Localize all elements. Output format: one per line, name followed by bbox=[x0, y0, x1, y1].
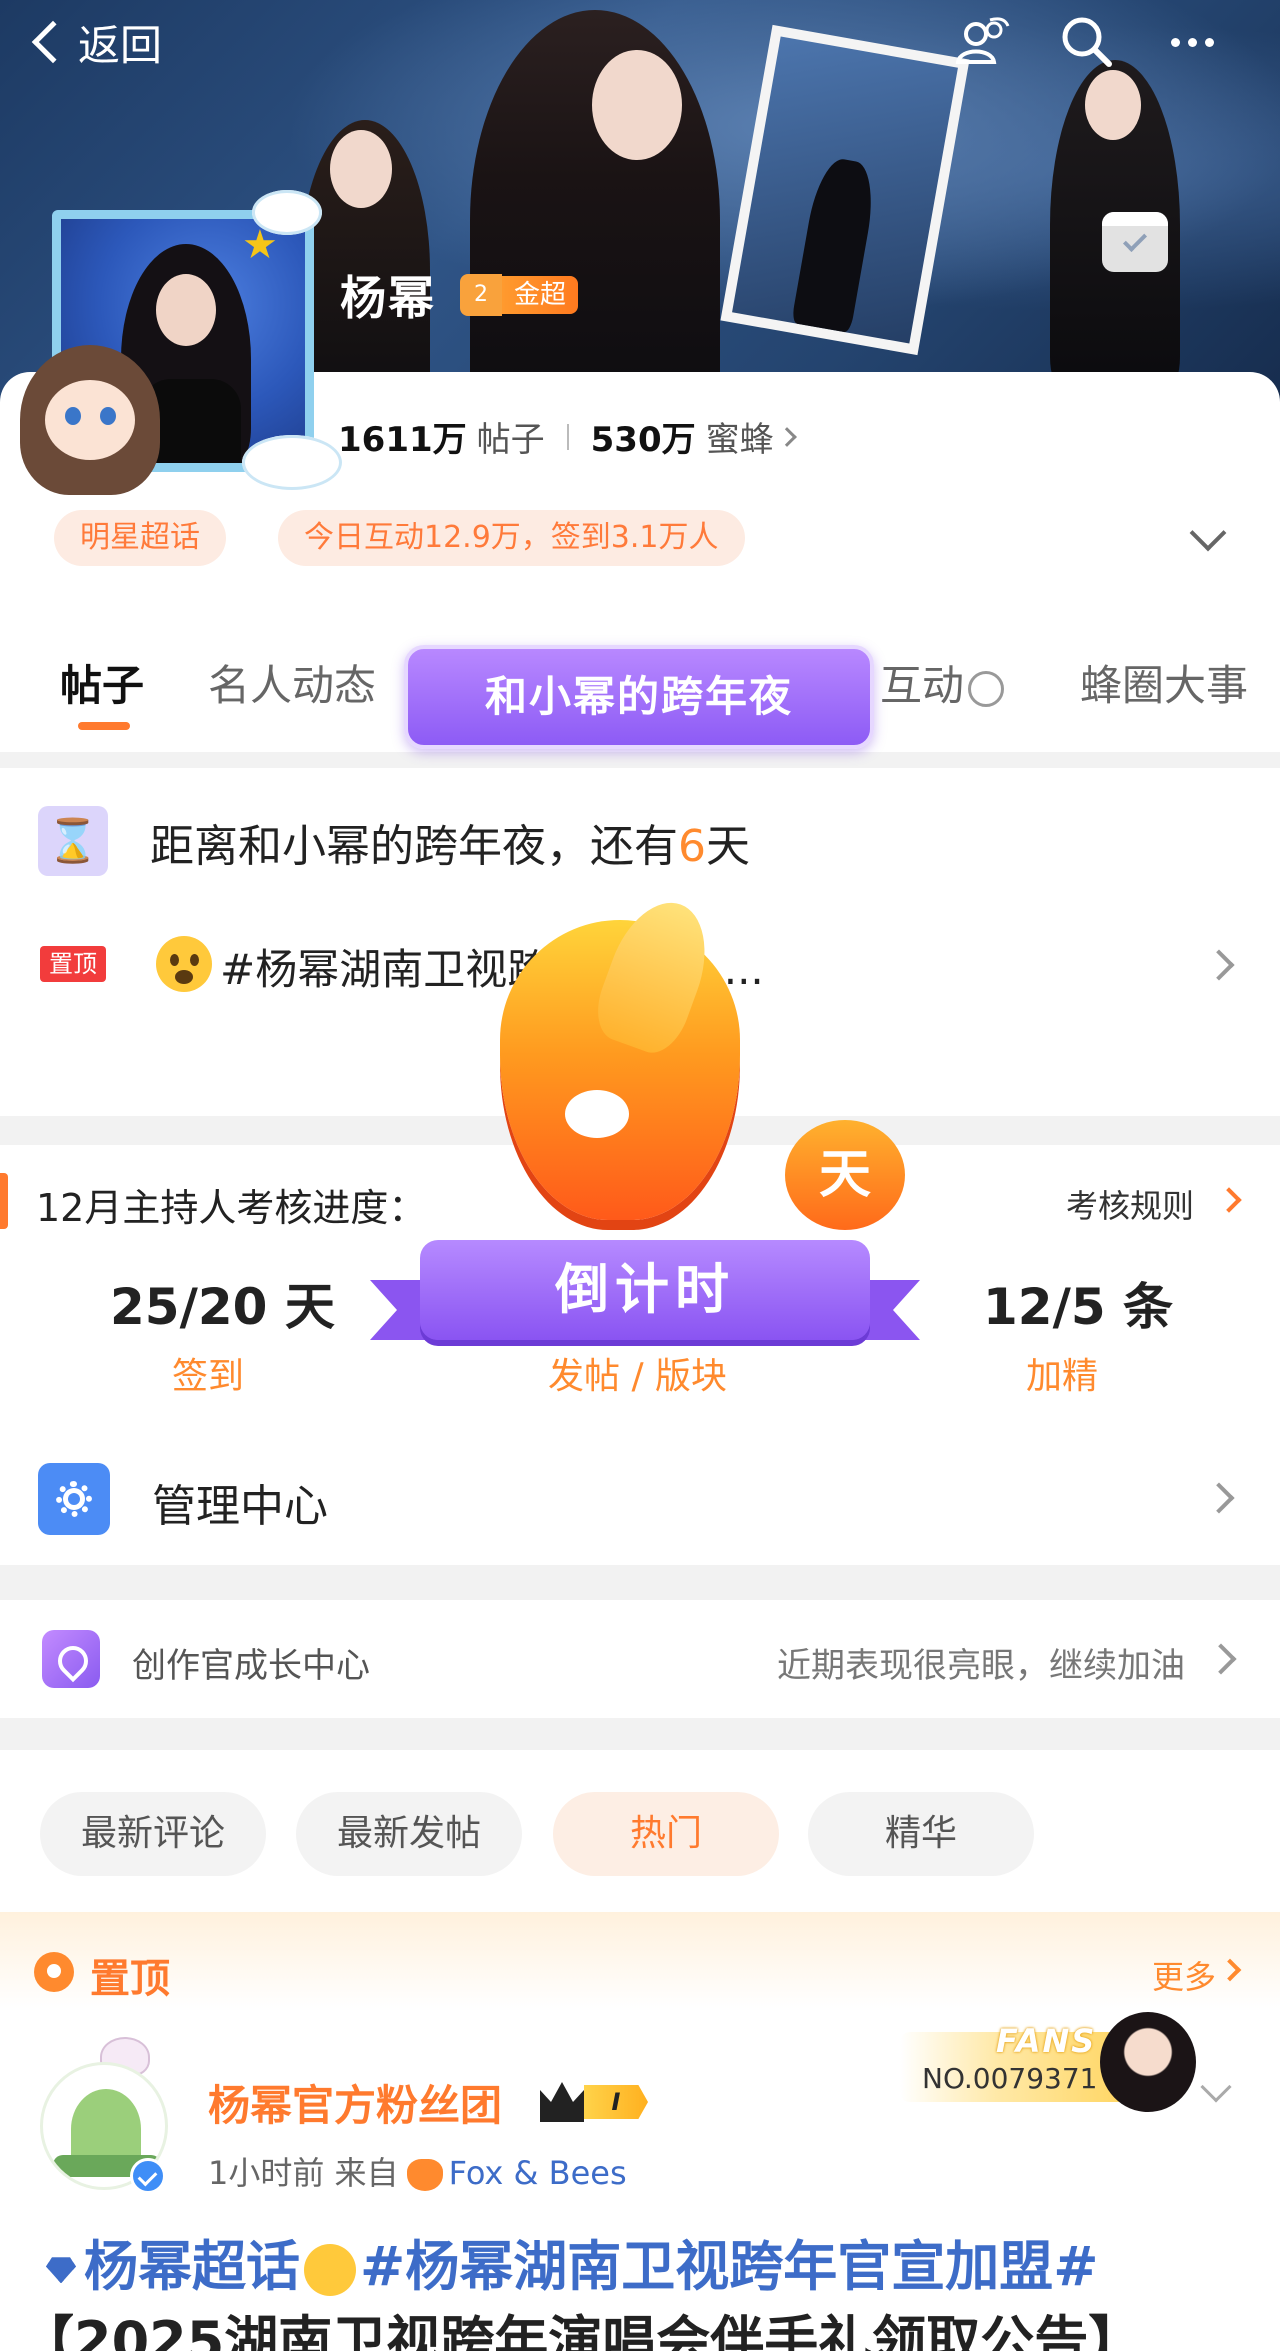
featured-label: 加精 bbox=[1026, 1356, 1099, 1397]
cloud-decoration bbox=[252, 190, 322, 235]
hourglass-icon bbox=[38, 806, 108, 876]
management-center-link[interactable]: 管理中心 bbox=[152, 1470, 328, 1534]
post-title-topic: 杨幂超话 bbox=[84, 2235, 300, 2298]
countdown-prefix: 距离和小幂的跨年夜，还有 bbox=[150, 821, 678, 872]
countdown-sticker[interactable]: 天 倒计时 bbox=[360, 889, 930, 1420]
topic-name: 杨幂 bbox=[340, 271, 436, 325]
more-link[interactable]: 更多 bbox=[1152, 1952, 1216, 1998]
chevron-right-icon bbox=[1205, 1643, 1237, 1675]
sort-latest-posts[interactable]: 最新发帖 bbox=[296, 1792, 522, 1876]
creator-growth-section[interactable]: 创作官成长中心 近期表现很亮眼，继续加油 bbox=[0, 1600, 1280, 1718]
post-title-hashtag: #杨幂湖南卫视跨年官宣加盟# bbox=[360, 2235, 1099, 2298]
countdown-text[interactable]: 距离和小幂的跨年夜，还有6天 bbox=[150, 810, 750, 874]
tab-events[interactable]: 蜂圈大事 bbox=[1080, 652, 1248, 713]
fans-number: NO.0079371 bbox=[922, 2062, 1098, 2095]
gear-icon bbox=[38, 1463, 110, 1535]
diamond-icon bbox=[46, 2257, 76, 2284]
diamond-icon: 2 bbox=[460, 274, 502, 316]
sticker-day-unit: 天 bbox=[785, 1120, 905, 1230]
chevron-right-icon[interactable] bbox=[1203, 949, 1235, 981]
creator-hint: 近期表现很亮眼，继续加油 bbox=[777, 1646, 1185, 1686]
calendar-checkin-icon[interactable] bbox=[1102, 212, 1168, 272]
countdown-suffix: 天 bbox=[706, 821, 750, 872]
fans-card-badge[interactable]: FANS NO.0079371 bbox=[900, 2012, 1200, 2112]
section-accent-bar bbox=[0, 1173, 8, 1229]
author-name[interactable]: 杨幂官方粉丝团 bbox=[208, 2072, 502, 2133]
post-client[interactable]: Fox & Bees bbox=[449, 2154, 627, 2192]
top-bar: 返回 bbox=[0, 0, 1280, 90]
chibi-sticker bbox=[20, 345, 165, 495]
sort-latest-comments[interactable]: 最新评论 bbox=[40, 1792, 266, 1876]
shocked-face-icon bbox=[156, 936, 212, 992]
fans-label: 蜜蜂 bbox=[705, 420, 774, 460]
tab-interaction[interactable]: 互动 bbox=[880, 652, 1005, 713]
pin-icon bbox=[34, 1952, 74, 1992]
creator-center-title: 创作官成长中心 bbox=[132, 1646, 370, 1686]
chevron-left-icon bbox=[31, 20, 75, 64]
avatar[interactable]: ★ bbox=[20, 190, 342, 495]
fox-icon bbox=[406, 2159, 443, 2191]
post-time: 1小时前 bbox=[208, 2154, 325, 2192]
countdown-days: 6 bbox=[678, 821, 706, 872]
chevron-right-icon bbox=[1218, 1958, 1242, 1982]
posts-label: 帖子 bbox=[476, 420, 545, 460]
cloud-decoration bbox=[242, 435, 342, 490]
post-body[interactable]: 【2025湖南卫视跨年演唱会伴手礼领取公告】 bbox=[20, 2302, 1260, 2351]
pinned-section-title: 置顶 bbox=[90, 1956, 170, 2002]
banner-face bbox=[330, 130, 392, 208]
sort-hot[interactable]: 热门 bbox=[553, 1792, 779, 1876]
tab-interaction-label: 互动 bbox=[880, 661, 965, 710]
pinned-tag: 置顶 bbox=[40, 946, 106, 982]
countdown-ribbon: 倒计时 bbox=[370, 1240, 920, 1360]
super-topic-badge[interactable]: 2 金超 bbox=[460, 274, 579, 316]
sort-featured[interactable]: 精华 bbox=[808, 1792, 1034, 1876]
number-six-graphic bbox=[500, 889, 740, 1220]
fans-word: FANS bbox=[996, 2022, 1097, 2060]
hint-icon bbox=[968, 670, 1005, 707]
crown-icon bbox=[540, 2082, 584, 2122]
topic-stats[interactable]: 1611万 帖子 530万 蜜蜂 bbox=[338, 412, 797, 461]
chevron-right-icon[interactable] bbox=[1203, 1482, 1235, 1514]
search-icon[interactable] bbox=[1055, 10, 1119, 74]
level-label: I bbox=[584, 2085, 648, 2119]
more-icon[interactable] bbox=[1160, 10, 1224, 74]
back-button[interactable]: 返回 bbox=[30, 12, 162, 72]
ribbon-label: 倒计时 bbox=[420, 1240, 870, 1340]
post-from-label: 来自 bbox=[334, 2154, 399, 2192]
assessment-rules-link[interactable]: 考核规则 bbox=[1066, 1181, 1194, 1227]
event-banner[interactable]: 和小幂的跨年夜 bbox=[404, 645, 874, 749]
pen-icon bbox=[42, 1630, 100, 1688]
fans-portrait bbox=[1100, 2012, 1196, 2112]
checkin-label: 签到 bbox=[172, 1356, 245, 1397]
sort-options: 最新评论 最新发帖 热门 精华 bbox=[0, 1750, 1280, 1918]
shocked-face-icon bbox=[304, 2244, 356, 2297]
back-label: 返回 bbox=[78, 20, 163, 70]
divider bbox=[566, 423, 569, 450]
chevron-right-icon bbox=[1216, 1187, 1242, 1213]
fans-count: 530万 bbox=[590, 420, 696, 460]
activity-pill[interactable]: 今日互动12.9万，签到3.1万人 bbox=[278, 510, 745, 566]
category-pill[interactable]: 明星超话 bbox=[54, 510, 226, 566]
featured-progress: 12/5 条 bbox=[983, 1278, 1174, 1336]
member-level-badge: I bbox=[540, 2082, 648, 2122]
post-meta: 1小时前 来自 Fox & Bees bbox=[208, 2148, 627, 2194]
tab-celebrity-updates[interactable]: 名人动态 bbox=[208, 652, 376, 713]
verified-icon bbox=[130, 2158, 166, 2194]
tab-posts[interactable]: 帖子 bbox=[60, 652, 144, 713]
post-title[interactable]: 杨幂超话 #杨幂湖南卫视跨年官宣加盟# bbox=[46, 2222, 1099, 2301]
posts-count: 1611万 bbox=[338, 420, 467, 460]
chevron-right-icon bbox=[776, 426, 797, 447]
active-tab-indicator bbox=[78, 722, 130, 730]
people-icon[interactable] bbox=[950, 10, 1014, 74]
badge-label: 金超 bbox=[502, 276, 579, 314]
checkin-progress: 25/20 天 bbox=[110, 1278, 335, 1336]
